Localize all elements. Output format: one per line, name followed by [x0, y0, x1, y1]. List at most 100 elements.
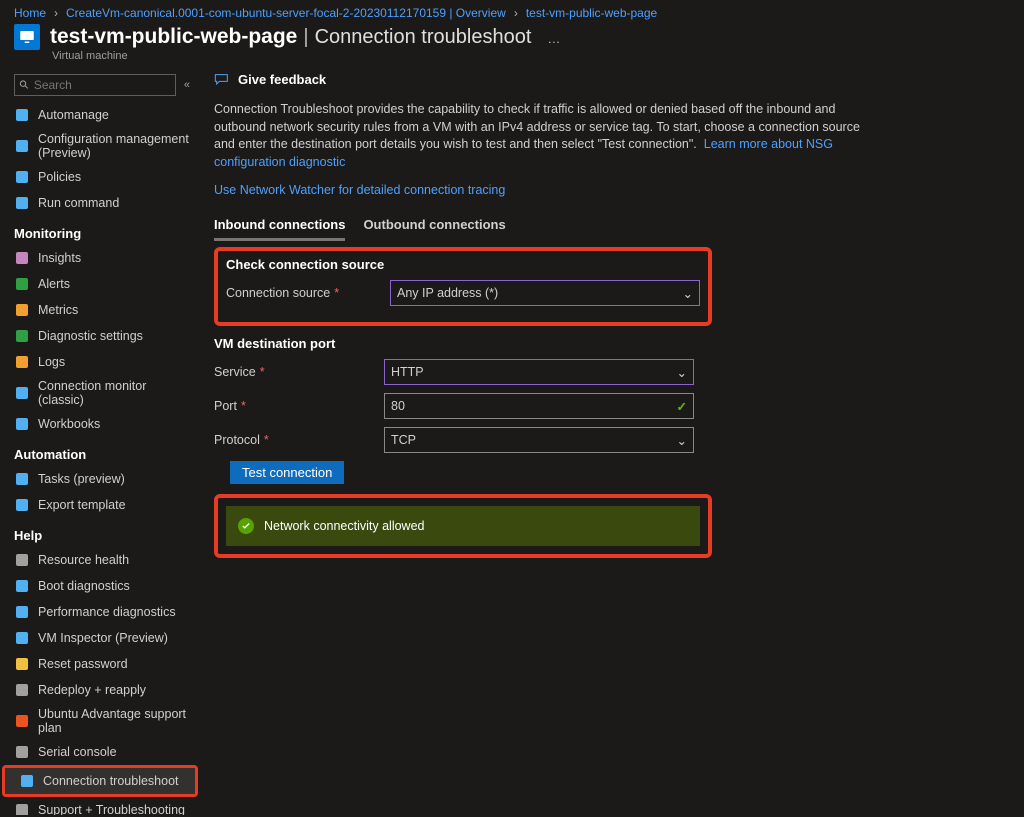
sidebar-item-label: Connection troubleshoot — [43, 774, 179, 788]
sidebar-item-label: Alerts — [38, 277, 70, 291]
sidebar-item-label: Export template — [38, 498, 126, 512]
sidebar-item-diag[interactable]: Diagnostic settings — [0, 323, 200, 349]
highlight-active-nav: Connection troubleshoot — [2, 765, 198, 797]
export-icon — [14, 497, 30, 513]
sidebar-item-label: Redeploy + reapply — [38, 683, 146, 697]
sidebar-item-conntrouble[interactable]: Connection troubleshoot — [5, 768, 195, 794]
breadcrumb-item[interactable]: CreateVm-canonical.0001-com-ubuntu-serve… — [66, 6, 506, 20]
ubuntu-icon — [14, 713, 30, 729]
search-icon — [19, 79, 30, 91]
sidebar-item-insights[interactable]: Insights — [0, 245, 200, 271]
workbooks-icon — [14, 416, 30, 432]
diag-icon — [14, 328, 30, 344]
run-icon — [14, 195, 30, 211]
valid-check-icon: ✓ — [677, 399, 687, 414]
tasks-icon — [14, 471, 30, 487]
chevron-down-icon: ⌄ — [677, 365, 687, 380]
serial-icon — [14, 744, 30, 760]
sidebar-item-vminspect[interactable]: VM Inspector (Preview) — [0, 625, 200, 651]
section-title-source: Check connection source — [226, 257, 700, 272]
insights-icon — [14, 250, 30, 266]
page-header: test-vm-public-web-page | Connection tro… — [0, 22, 1024, 52]
sidebar-item-label: Support + Troubleshooting — [38, 803, 185, 815]
page-title: test-vm-public-web-page — [50, 25, 297, 49]
page-subtitle: Connection troubleshoot — [315, 26, 532, 49]
reshealth-icon — [14, 552, 30, 568]
sidebar-item-export[interactable]: Export template — [0, 492, 200, 518]
protocol-label: Protocol* — [214, 433, 374, 447]
description-text: Connection Troubleshoot provides the cap… — [214, 101, 874, 171]
sidebar-item-workbooks[interactable]: Workbooks — [0, 411, 200, 437]
sidebar-item-redeploy[interactable]: Redeploy + reapply — [0, 677, 200, 703]
sidebar-item-label: Logs — [38, 355, 65, 369]
protocol-select[interactable]: TCP ⌄ — [384, 427, 694, 453]
sidebar-item-label: Ubuntu Advantage support plan — [38, 707, 190, 735]
highlight-result-section: Network connectivity allowed — [214, 494, 712, 558]
chevron-right-icon: › — [514, 6, 518, 20]
search-input-wrap[interactable] — [14, 74, 176, 96]
sidebar: « Automanage Configuration management (P… — [0, 68, 200, 815]
connection-source-value: Any IP address (*) — [397, 286, 498, 300]
sidebar-item-label: Diagnostic settings — [38, 329, 143, 343]
collapse-sidebar-icon[interactable]: « — [184, 79, 190, 91]
port-input-wrap[interactable]: ✓ — [384, 393, 694, 419]
sidebar-item-label: VM Inspector (Preview) — [38, 631, 168, 645]
success-icon — [238, 518, 254, 534]
breadcrumb-item[interactable]: test-vm-public-web-page — [526, 6, 657, 20]
more-menu-icon[interactable]: … — [537, 31, 562, 46]
sidebar-item-label: Performance diagnostics — [38, 605, 176, 619]
sidebar-item-label: Policies — [38, 170, 81, 184]
result-banner: Network connectivity allowed — [226, 506, 700, 546]
support-icon — [14, 802, 30, 815]
give-feedback-label: Give feedback — [238, 72, 326, 87]
network-watcher-link[interactable]: Use Network Watcher for detailed connect… — [214, 183, 1000, 197]
breadcrumb: Home › CreateVm-canonical.0001-com-ubunt… — [0, 0, 1024, 22]
search-input[interactable] — [34, 78, 171, 92]
alerts-icon — [14, 276, 30, 292]
sidebar-item-bootdiag[interactable]: Boot diagnostics — [0, 573, 200, 599]
automanage-icon — [14, 107, 30, 123]
service-select[interactable]: HTTP ⌄ — [384, 359, 694, 385]
sidebar-item-label: Reset password — [38, 657, 128, 671]
sidebar-item-run[interactable]: Run command — [0, 190, 200, 216]
sidebar-item-serial[interactable]: Serial console — [0, 739, 200, 765]
sidebar-item-config[interactable]: Configuration management (Preview) — [0, 128, 200, 164]
service-label: Service* — [214, 365, 374, 379]
sidebar-item-label: Metrics — [38, 303, 78, 317]
sidebar-item-logs[interactable]: Logs — [0, 349, 200, 375]
connection-source-label: Connection source* — [226, 286, 380, 300]
protocol-value: TCP — [391, 433, 416, 447]
bootdiag-icon — [14, 578, 30, 594]
sidebar-item-tasks[interactable]: Tasks (preview) — [0, 466, 200, 492]
sidebar-item-ubuntu[interactable]: Ubuntu Advantage support plan — [0, 703, 200, 739]
sidebar-item-automanage[interactable]: Automanage — [0, 102, 200, 128]
sidebar-item-connmon[interactable]: Connection monitor (classic) — [0, 375, 200, 411]
test-connection-button[interactable]: Test connection — [230, 461, 344, 484]
logs-icon — [14, 354, 30, 370]
tab-outbound[interactable]: Outbound connections — [363, 211, 505, 241]
sidebar-item-policies[interactable]: Policies — [0, 164, 200, 190]
give-feedback-button[interactable]: Give feedback — [214, 72, 1000, 87]
sidebar-item-label: Serial console — [38, 745, 117, 759]
sidebar-item-support[interactable]: Support + Troubleshooting — [0, 797, 200, 815]
service-value: HTTP — [391, 365, 424, 379]
sidebar-section-header: Help — [0, 518, 200, 547]
title-separator: | — [303, 26, 308, 49]
vminspect-icon — [14, 630, 30, 646]
tabs: Inbound connections Outbound connections — [214, 211, 1000, 241]
connection-source-select[interactable]: Any IP address (*) ⌄ — [390, 280, 700, 306]
sidebar-item-metrics[interactable]: Metrics — [0, 297, 200, 323]
sidebar-item-label: Tasks (preview) — [38, 472, 125, 486]
sidebar-item-reshealth[interactable]: Resource health — [0, 547, 200, 573]
sidebar-item-label: Workbooks — [38, 417, 100, 431]
sidebar-item-perfdiag[interactable]: Performance diagnostics — [0, 599, 200, 625]
sidebar-item-resetpw[interactable]: Reset password — [0, 651, 200, 677]
sidebar-item-alerts[interactable]: Alerts — [0, 271, 200, 297]
port-label: Port* — [214, 399, 374, 413]
breadcrumb-home[interactable]: Home — [14, 6, 46, 20]
port-input[interactable] — [391, 399, 677, 413]
highlight-source-section: Check connection source Connection sourc… — [214, 247, 712, 326]
tab-inbound[interactable]: Inbound connections — [214, 211, 345, 241]
section-title-dest: VM destination port — [214, 336, 1000, 351]
vm-icon — [14, 24, 40, 50]
